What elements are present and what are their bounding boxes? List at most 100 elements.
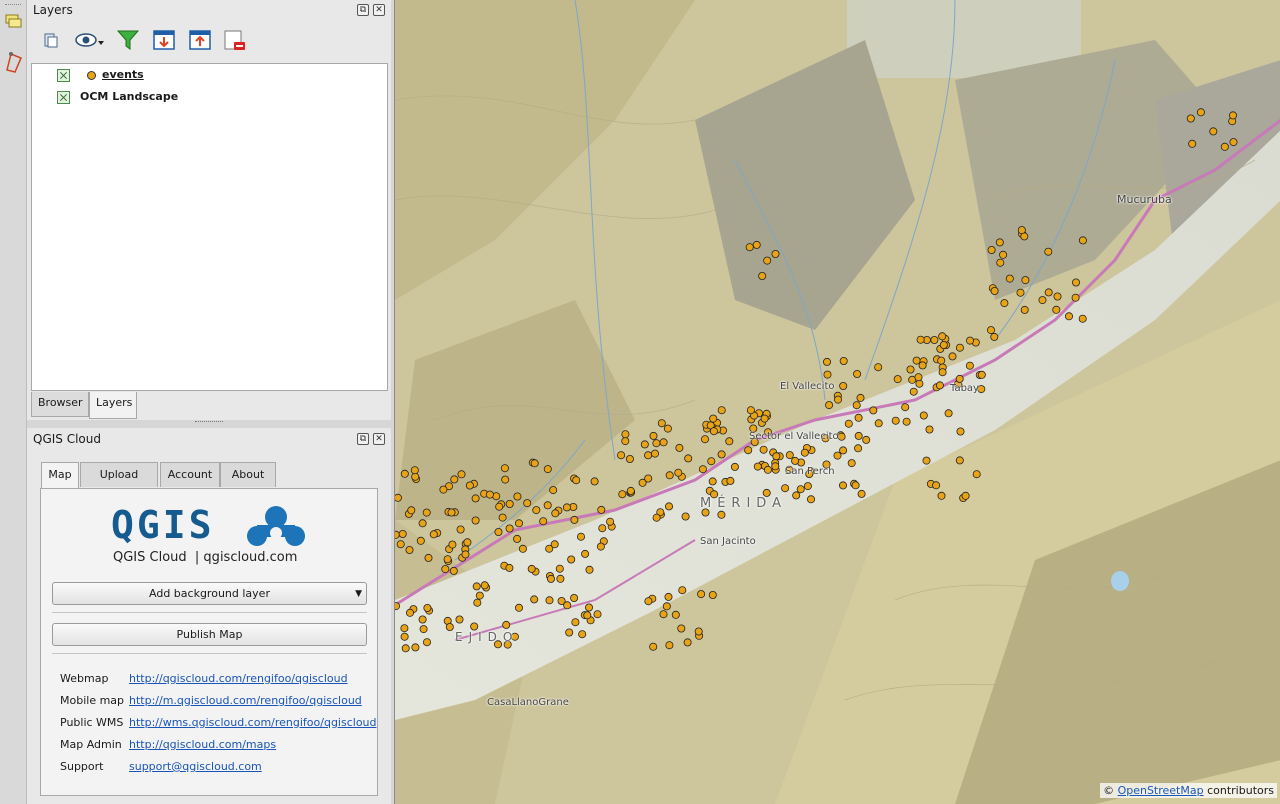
tab-about[interactable]: About (220, 462, 276, 487)
event-point (649, 431, 658, 440)
add-background-layer-button[interactable]: Add background layer ▼ (52, 582, 367, 605)
event-point (763, 465, 772, 474)
event-point (752, 240, 761, 249)
event-point (709, 414, 718, 423)
qgis-cloud-panel: QGIS Cloud ⧉ ✕ Map Upload Data Account A… (27, 428, 391, 804)
support-link[interactable]: support@qgiscloud.com (129, 760, 262, 773)
toolbar-grip[interactable] (5, 4, 21, 7)
event-point (823, 370, 832, 379)
tab-upload-data[interactable]: Upload Data (80, 462, 158, 505)
layer-tree: events OCM Landscape (31, 63, 388, 391)
event-point (1052, 305, 1061, 314)
event-point (562, 503, 571, 512)
event-point (515, 603, 524, 612)
event-point (449, 566, 458, 575)
event-point (422, 638, 431, 647)
event-point (839, 446, 848, 455)
event-point (758, 271, 767, 280)
tab-layers[interactable]: Layers (89, 392, 137, 419)
map-canvas[interactable]: Mucuruba El Vallecito Tabay Sector el Va… (394, 0, 1280, 804)
event-point (744, 446, 753, 455)
event-point (518, 544, 527, 553)
layer-visibility-checkbox[interactable] (57, 91, 70, 104)
event-point (581, 549, 590, 558)
event-point (935, 381, 944, 390)
event-point (650, 449, 659, 458)
event-point (395, 530, 400, 539)
tab-browser[interactable]: Browser (31, 392, 89, 417)
event-point (914, 373, 923, 382)
event-point (585, 565, 594, 574)
event-point (1065, 312, 1074, 321)
event-point (916, 335, 925, 344)
event-point (395, 493, 402, 502)
public-wms-label: Public WMS (60, 716, 124, 729)
collapse-all-icon[interactable] (188, 28, 212, 52)
event-point (649, 642, 658, 651)
mobile-map-label: Mobile map (60, 694, 125, 707)
event-point (471, 494, 480, 503)
openstreetmap-link[interactable]: OpenStreetMap (1118, 784, 1204, 797)
event-point (745, 243, 754, 252)
event-point (593, 610, 602, 619)
event-point (674, 468, 683, 477)
event-point (996, 258, 1005, 267)
event-point (948, 352, 957, 361)
event-point (505, 524, 514, 533)
event-point (1196, 108, 1205, 117)
remove-layer-icon[interactable] (223, 28, 247, 52)
event-point (759, 445, 768, 454)
layers-toolbar (27, 24, 391, 58)
event-point (598, 524, 607, 533)
event-point (972, 470, 981, 479)
visibility-icon[interactable] (73, 28, 107, 52)
dock-splitter[interactable] (195, 421, 223, 425)
add-layer-icon[interactable] (5, 12, 23, 30)
close-panel-button[interactable]: ✕ (373, 433, 385, 445)
public-wms-link[interactable]: http://wms.qgiscloud.com/rengifoo/qgiscl… (129, 716, 377, 729)
event-point (1209, 127, 1218, 136)
close-panel-button[interactable]: ✕ (373, 4, 385, 16)
event-point (990, 286, 999, 295)
webmap-link[interactable]: http://qgiscloud.com/rengifoo/qgiscloud (129, 672, 348, 685)
event-point (590, 477, 599, 486)
event-point (937, 491, 946, 500)
event-point (424, 553, 433, 562)
filter-icon[interactable] (116, 28, 140, 52)
publish-map-button[interactable]: Publish Map (52, 623, 367, 646)
map-admin-link[interactable]: http://qgiscloud.com/maps (129, 738, 276, 751)
webmap-label: Webmap (60, 672, 109, 685)
event-point (455, 615, 464, 624)
event-point (501, 475, 510, 484)
event-point (502, 620, 511, 629)
event-point (1078, 236, 1087, 245)
event-point (837, 432, 846, 441)
event-point (857, 489, 866, 498)
digitize-icon[interactable] (3, 50, 25, 74)
event-point (839, 356, 848, 365)
tab-account[interactable]: Account (160, 462, 220, 487)
open-layer-styling-icon[interactable] (39, 28, 63, 52)
event-point (708, 477, 717, 486)
layer-visibility-checkbox[interactable] (57, 69, 70, 82)
event-point (1078, 314, 1087, 323)
dropdown-arrow-icon: ▼ (355, 589, 362, 599)
event-point (930, 335, 939, 344)
expand-all-icon[interactable] (152, 28, 176, 52)
event-point (625, 454, 634, 463)
tab-map[interactable]: Map (41, 462, 79, 490)
event-point (955, 374, 964, 383)
layer-name: events (102, 68, 144, 81)
event-point (955, 456, 964, 465)
event-point (906, 365, 915, 374)
float-panel-button[interactable]: ⧉ (357, 4, 369, 16)
event-point (862, 435, 871, 444)
float-panel-button[interactable]: ⧉ (357, 433, 369, 445)
event-point (833, 395, 842, 404)
event-point (677, 624, 686, 633)
mobile-map-link[interactable]: http://m.qgiscloud.com/rengifoo/qgisclou… (129, 694, 362, 707)
event-point (411, 643, 420, 652)
layer-row-ocm-landscape[interactable]: OCM Landscape (32, 87, 387, 107)
layer-row-events[interactable]: events (32, 65, 387, 85)
place-label-san-jacinto: San Jacinto (700, 536, 756, 547)
